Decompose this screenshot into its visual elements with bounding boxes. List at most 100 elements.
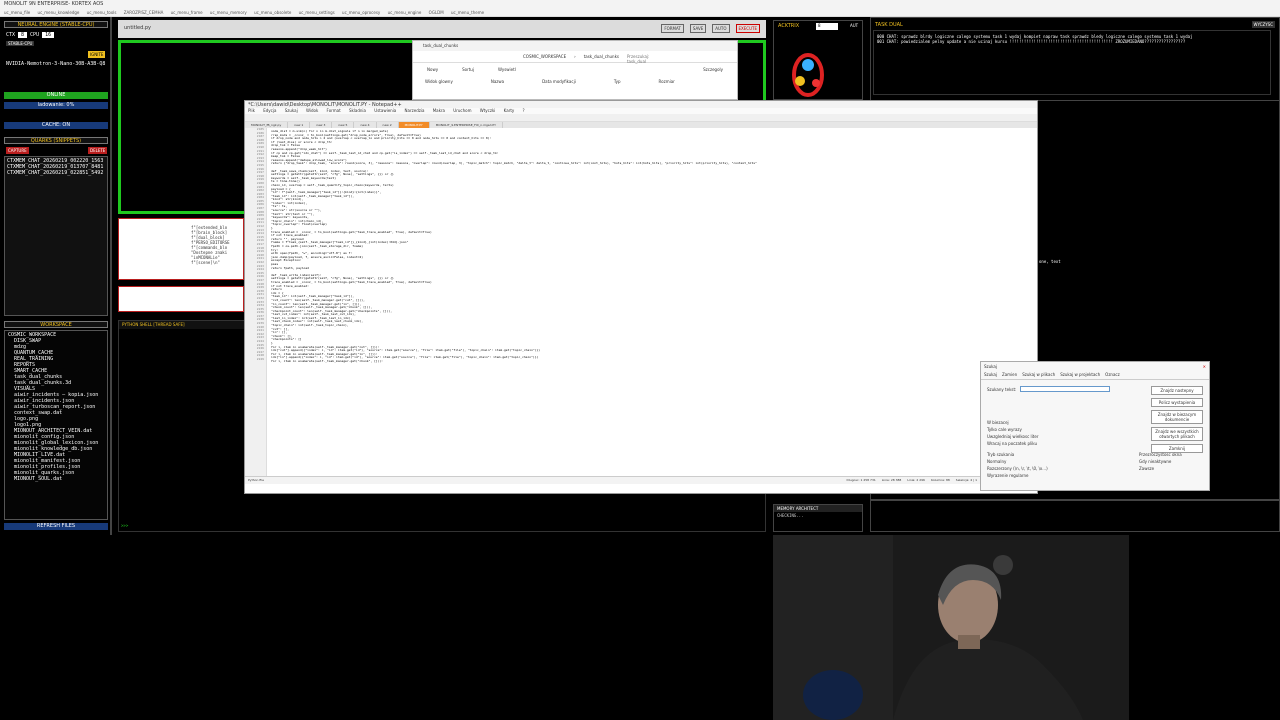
ctx-input[interactable]: 8 [18, 32, 28, 38]
find-input[interactable] [1020, 386, 1111, 392]
auto-button[interactable]: AUTO [712, 24, 730, 33]
menu-item[interactable]: uc_menu_frame [171, 10, 203, 15]
task-dual-title: TASK DUAL [875, 22, 903, 28]
find-tabs: Szukaj Zamien Szukaj w plikach Szukaj w … [981, 370, 1209, 380]
option-checkbox[interactable]: W biezacej [987, 420, 1038, 425]
details-button[interactable]: Szczegoly [703, 67, 723, 73]
list-item[interactable]: CTXMEM_CHAT_20260219_022851_5492 [7, 170, 105, 176]
refresh-files-button[interactable]: REFRESH FILES [4, 523, 108, 530]
sort-button[interactable]: Sortuj [462, 67, 474, 73]
tab-mark[interactable]: Oznacz [1105, 372, 1120, 377]
menu-item[interactable]: uc_menu_file [4, 10, 30, 15]
code-line[interactable]: for i, item in enumerate(self._task_mana… [271, 360, 1033, 364]
find-in-current-button[interactable]: Znajdz w biezacym dokumencie [1151, 410, 1203, 424]
column-header[interactable]: Data modyfikacji [542, 79, 576, 84]
menu-item[interactable]: uc_menu_obsolete [254, 10, 291, 15]
cpu-input[interactable]: 16 [42, 32, 55, 38]
menu-item[interactable]: OGLDM [429, 10, 444, 15]
code-text[interactable]: node_dist = m.sim(n) for n in m.dist_sig… [267, 128, 1037, 476]
tab-find-in-projects[interactable]: Szukaj w projektach [1060, 372, 1100, 377]
notepad-body[interactable]: 2185 2186 2187 2188 2189 2190 2191 2192 2193 2194… [245, 127, 1037, 476]
column-header[interactable]: Rozmiar [659, 79, 675, 84]
menu-item[interactable]: uc_menu_settings [299, 10, 335, 15]
menu-item[interactable]: uc_menu_theme [451, 10, 484, 15]
clear-button[interactable]: WYCZYSC [1251, 21, 1275, 28]
explorer-columns: Widok glowny Nazwa Data modyfikacji Typ … [413, 77, 737, 86]
format-button[interactable]: FORMAT [661, 24, 684, 33]
tab-replace[interactable]: Zamien [1002, 372, 1017, 377]
save-button[interactable]: SAVE [689, 24, 707, 33]
view-button[interactable]: Wyswietl [498, 67, 516, 73]
menu-item[interactable]: Widok [306, 108, 318, 113]
desktop: MONOLIT 9N ENTERPRISE- KORTEX AOS uc_men… [0, 0, 1280, 720]
menu-item[interactable]: ZAROZPISZ_CEMHA [124, 10, 164, 15]
workspace-tree: COSMIC_WORKSPACE DISK_SWAP mdzg QUANTUM_CA… [4, 330, 108, 520]
find-in-all-button[interactable]: Znajdz we wszystkich otwartych plikach [1151, 427, 1203, 441]
capture-button[interactable]: CAPTURE [6, 147, 29, 154]
menu-item[interactable]: Format [327, 108, 341, 113]
menu-item[interactable]: Szukaj [285, 108, 298, 113]
acktrix-mode[interactable]: AUT [850, 23, 858, 28]
path-segment[interactable]: COSMIC_WORKSPACE [523, 54, 566, 59]
tab-find[interactable]: Szukaj [984, 372, 997, 377]
menu-item[interactable]: Ustawienia [374, 108, 396, 113]
column-header[interactable]: Typ [614, 79, 621, 84]
option-checkbox[interactable]: Uwzgledniaj wielkosc liter [987, 434, 1038, 439]
path-segment[interactable]: task_dual_chunks [584, 54, 619, 59]
menu-item[interactable]: uc_menu_oprocesy [342, 10, 380, 15]
menu-item[interactable]: uc_menu_tools [87, 10, 117, 15]
count-button[interactable]: Policz wystapienia [1151, 398, 1203, 407]
menu-item[interactable]: Karty [504, 108, 515, 113]
mode-radio[interactable]: Wyrazenie regularne [987, 473, 1048, 478]
right-bottom-panel [870, 500, 1280, 532]
explorer-tab[interactable]: task_dual_chunks [413, 41, 737, 51]
neural-engine-title: NEURAL ENGINE (STABLE-CPU) [4, 21, 108, 28]
status-column: Kolumna: 88 [930, 478, 950, 482]
column-header[interactable]: Nazwa [491, 79, 504, 84]
explorer-search[interactable]: Przeszukaj: task_dual [627, 54, 649, 64]
menu-item[interactable]: uc_menu_engine [388, 10, 422, 15]
transparency-radio[interactable]: Zawsze [1139, 466, 1182, 471]
menu-item[interactable]: uc_menu_memory [210, 10, 247, 15]
find-next-button[interactable]: Znajdz nastepny [1151, 386, 1203, 395]
tab-find-in-files[interactable]: Szukaj w plikach [1022, 372, 1055, 377]
notepad-toolbar[interactable] [245, 114, 1037, 122]
acktrix-input[interactable]: 8 [816, 23, 838, 30]
find-field-label: Szukany tekst: [987, 386, 1017, 392]
status-selection: Selekcja: 4 | 1 [955, 478, 977, 482]
transparency-radio[interactable]: Gdy nieaktywne [1139, 459, 1182, 464]
menu-item[interactable]: Uruchom [453, 108, 471, 113]
status-length: Dlugosc: 1 258 731 [846, 478, 876, 482]
acktrix-title: ACKTRIX [778, 23, 800, 29]
option-checkbox[interactable]: Tylko cale wyrazy [987, 427, 1038, 432]
tree-item[interactable]: MIONOUT_SOUL.dat [8, 476, 104, 482]
online-status: ONLINE [4, 92, 108, 99]
menu-item[interactable]: uc_menu_knowledge [38, 10, 80, 15]
ctx-cpu-row: CTX 8 CPU 16 [6, 32, 55, 38]
search-mode-group: Tryb szukania Normalny Rozszerzony (\n, … [987, 452, 1048, 478]
menu-item[interactable]: Wtyczki [480, 108, 496, 113]
menu-item[interactable]: Edycja [263, 108, 276, 113]
mode-radio[interactable]: Rozszerzony (\n, \r, \t, \0, \x...) [987, 466, 1048, 471]
mode-radio[interactable]: Normalny [987, 459, 1048, 464]
find-options: W biezacej Tylko cale wyrazy Uwzgledniaj… [987, 420, 1038, 446]
shell-prompt: >>> [121, 523, 129, 528]
close-icon[interactable]: ✕ [1203, 364, 1206, 369]
memory-architect-panel: MEMORY ARCHITECT CHECKING... [773, 504, 863, 532]
menu-item[interactable]: Skladnia [349, 108, 366, 113]
menu-item[interactable]: Makra [433, 108, 445, 113]
delete-button[interactable]: DELETE [88, 147, 108, 154]
center-toolbar: untitled.py FORMAT SAVE AUTO EXECUTE [118, 20, 766, 38]
execute-button[interactable]: EXECUTE [735, 24, 760, 33]
notepad-status-bar: Python file Dlugosc: 1 258 731 Linie: 28… [245, 476, 1037, 484]
status-lines: Linie: 28 388 [881, 478, 902, 482]
option-checkbox[interactable]: Wracaj na poczatek pliku [987, 441, 1038, 446]
ignite-button[interactable]: IGNITE [88, 51, 106, 58]
menu-item[interactable]: Narzedzia [405, 108, 425, 113]
transparency-title[interactable]: Przezroczystosc okna [1139, 452, 1182, 457]
explorer-path: COSMIC_WORKSPACE › task_dual_chunks Prze… [413, 51, 737, 64]
nav-home[interactable]: Widok glowny [425, 79, 453, 84]
new-button[interactable]: Nowy [427, 67, 438, 73]
menu-item[interactable]: ? [523, 108, 525, 113]
menu-item[interactable]: Plik [248, 108, 255, 113]
